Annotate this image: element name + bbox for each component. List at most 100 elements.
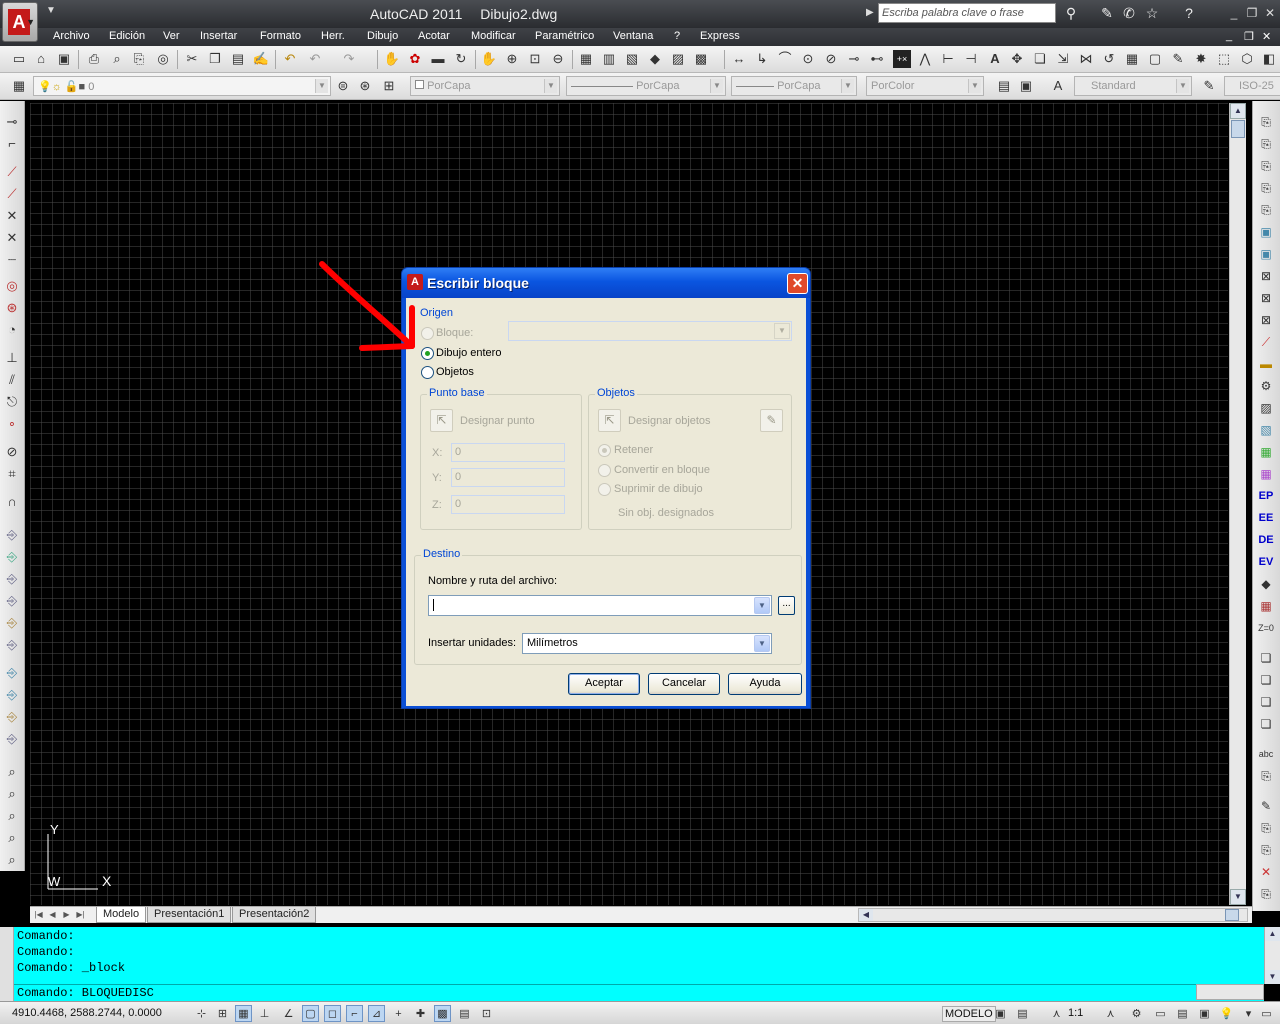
annotation-visibility-icon[interactable]: ⋏	[1102, 1005, 1119, 1022]
dim-aligned-icon[interactable]: ↳	[753, 50, 771, 68]
hatch-icon[interactable]: ⌗	[3, 465, 21, 483]
pan-realtime-icon[interactable]: ✋	[480, 50, 498, 68]
dim-style-icon[interactable]: ✎	[1200, 77, 1218, 95]
markup-icon[interactable]: ▨	[669, 50, 687, 68]
polyline-icon[interactable]: ⟋	[3, 163, 21, 181]
offset-icon[interactable]: ▢	[1146, 50, 1164, 68]
inquiry-region-icon[interactable]: ⌕	[3, 807, 21, 825]
move-tool-icon[interactable]: ▣	[1257, 223, 1275, 241]
dim-ordinate-icon[interactable]: ⊙	[799, 50, 817, 68]
remove-icon[interactable]: ✕	[1257, 863, 1275, 881]
inquiry-point-icon[interactable]: ⌕	[3, 851, 21, 869]
match-properties-icon[interactable]: ✍	[252, 50, 270, 68]
polar-tracking-icon[interactable]: ∠	[280, 1005, 297, 1022]
undo-list-icon[interactable]: ↶	[306, 50, 324, 68]
workspace-switching-icon[interactable]: ⚙	[1128, 1005, 1145, 1022]
join-tool-icon[interactable]: ⚙	[1257, 377, 1275, 395]
text-style-dropdown[interactable]: Standard ▼	[1074, 76, 1192, 96]
render-icon[interactable]: ◧	[1260, 50, 1278, 68]
express-block-icon[interactable]: ▦	[1257, 465, 1275, 483]
gradient-icon[interactable]: ∩	[3, 493, 21, 511]
expand-search-icon[interactable]: ▶	[866, 7, 874, 18]
menu-edicion[interactable]: Edición	[109, 30, 145, 42]
lineweight-dropdown[interactable]: PorCapa ▼	[731, 76, 857, 96]
arc-icon[interactable]: ✕	[3, 229, 21, 247]
layer-lock-icon[interactable]: ⎆	[3, 708, 21, 726]
polygon-icon[interactable]: ⟋	[3, 185, 21, 203]
plot-style-icon[interactable]: ▬	[429, 50, 447, 68]
next-tab-icon[interactable]: ▶	[61, 909, 72, 921]
dim-baseline-icon[interactable]: ⊢	[939, 50, 957, 68]
3d-object-snap-icon[interactable]: ◻	[324, 1005, 341, 1022]
ellipse-icon[interactable]: ⊥	[3, 349, 21, 367]
sheet-set-icon[interactable]: ◆	[646, 50, 664, 68]
menu-express[interactable]: Express	[700, 30, 740, 42]
scroll-down-icon[interactable]: ▼	[1230, 889, 1246, 905]
menu-help[interactable]: ?	[674, 30, 680, 42]
chevron-down-icon[interactable]: ▼	[754, 635, 770, 652]
rectangle-icon[interactable]: ✕	[3, 207, 21, 225]
circle-icon[interactable]: ◎	[3, 277, 21, 295]
grid-icon[interactable]: ▦	[235, 1005, 252, 1022]
command-window-grip[interactable]	[0, 927, 14, 1001]
canvas-horizontal-scrollbar[interactable]: ◀	[858, 908, 1248, 922]
point-icon[interactable]: ⊘	[3, 443, 21, 461]
array-icon[interactable]: ▦	[1123, 50, 1141, 68]
close-window-button[interactable]: ✕	[1262, 5, 1278, 21]
linetype-dropdown[interactable]: PorCapa ▼	[566, 76, 726, 96]
lineweight-icon[interactable]: ✚	[412, 1005, 429, 1022]
quick-dim-icon[interactable]: ⋀	[916, 50, 934, 68]
layer-unlock-icon[interactable]: ⎆	[3, 730, 21, 748]
publish-icon[interactable]: ⎘	[130, 50, 148, 68]
ortho-mode-icon[interactable]: ⊥	[256, 1005, 273, 1022]
3d-view-icon[interactable]: ⬡	[1238, 50, 1256, 68]
undo-icon[interactable]: ↶	[281, 50, 299, 68]
properties-icon[interactable]: ▦	[577, 50, 595, 68]
color-dropdown[interactable]: PorCapa ▼	[410, 76, 560, 96]
menu-acotar[interactable]: Acotar	[418, 30, 450, 42]
zoom-realtime-icon[interactable]: ⊕	[503, 50, 521, 68]
dim-continue-icon[interactable]: ⊣	[962, 50, 980, 68]
menu-archivo[interactable]: Archivo	[53, 30, 90, 42]
subscription-key-icon[interactable]: ✎	[1098, 4, 1116, 22]
zoom-window-icon[interactable]: ⊡	[526, 50, 544, 68]
extend-tool-icon[interactable]: ⟋	[1257, 333, 1275, 351]
scroll-left-icon[interactable]: ◀	[859, 909, 873, 921]
inquiry-area-icon[interactable]: ⌕	[3, 785, 21, 803]
ellipse-arc-icon[interactable]: ⫽	[3, 371, 21, 389]
save-icon[interactable]: ▣	[55, 50, 73, 68]
dynamic-input-icon[interactable]: +	[390, 1005, 407, 1022]
array-tool-icon[interactable]: ⎘	[1257, 201, 1275, 219]
rotate-object-icon[interactable]: ↺	[1100, 50, 1118, 68]
mirror-tool-icon[interactable]: ⎘	[1257, 157, 1275, 175]
model-space-toggle[interactable]: MODELO	[942, 1006, 996, 1022]
command-scrollbar[interactable]: ▲ ▼	[1264, 927, 1280, 984]
restore-button[interactable]: ❐	[1244, 5, 1260, 21]
inquiry-distance-icon[interactable]: ⌕	[3, 763, 21, 781]
last-tab-icon[interactable]: ▶|	[75, 909, 86, 921]
design-center-icon[interactable]: ▥	[600, 50, 618, 68]
region-icon[interactable]: ⎆	[3, 526, 21, 544]
spline-icon[interactable]: ◔	[3, 321, 21, 339]
quick-properties-icon[interactable]: ▤	[456, 1005, 473, 1022]
status-bar-menu-icon[interactable]: ▾	[1240, 1005, 1257, 1022]
tab-modelo[interactable]: Modelo	[96, 907, 147, 923]
viewport-3-icon[interactable]: ❏	[1257, 693, 1275, 711]
text-icon[interactable]: A	[986, 50, 1004, 68]
first-tab-icon[interactable]: |◀	[33, 909, 44, 921]
quick-view-layouts-icon[interactable]: ▣	[992, 1005, 1009, 1022]
dim-radius-icon[interactable]: ⊘	[822, 50, 840, 68]
copy-object-icon[interactable]: ❏	[1031, 50, 1049, 68]
dim-linear-icon[interactable]: ↔	[730, 50, 748, 68]
menu-formato[interactable]: Formato	[260, 30, 301, 42]
plotstyle-dropdown[interactable]: PorColor ▼	[866, 76, 984, 96]
scroll-up-icon[interactable]: ▲	[1230, 103, 1246, 119]
viewport-2-icon[interactable]: ❏	[1257, 671, 1275, 689]
menu-ver[interactable]: Ver	[163, 30, 180, 42]
paste-icon[interactable]: ▤	[229, 50, 247, 68]
xline-icon[interactable]: ⌐	[3, 135, 21, 153]
table-icon[interactable]: ▤	[995, 77, 1013, 95]
mirror-icon[interactable]: ⋈	[1077, 50, 1095, 68]
inquiry-list-icon[interactable]: ⌕	[3, 829, 21, 847]
prev-tab-icon[interactable]: ◀	[47, 909, 58, 921]
